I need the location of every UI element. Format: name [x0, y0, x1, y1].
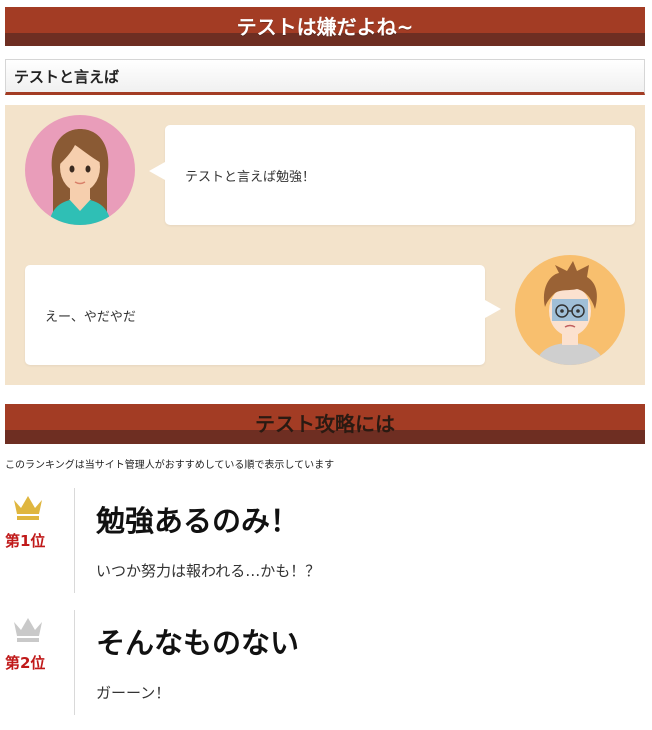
page-header-banner: テストは嫌だよね~	[5, 7, 645, 46]
gold-crown-icon	[14, 496, 42, 520]
rank-divider	[74, 488, 75, 593]
rank-text: ガーーン！	[96, 684, 171, 702]
section-subheading: テストと言えば	[5, 59, 645, 95]
chat-bubble-left: テストと言えば勉強！	[149, 125, 635, 225]
silver-crown-icon	[14, 618, 42, 642]
subheading-text: テストと言えば	[14, 67, 120, 86]
ranking-note: このランキングは当サイト管理人がおすすめしている順で表示しています	[5, 460, 335, 471]
chat-bubble-right: えー、やだやだ	[25, 265, 501, 365]
chat-message-text: テストと言えば勉強！	[185, 169, 316, 185]
rank-text: いつか努力は報われる…かも！？	[96, 562, 321, 580]
section-header-banner: テスト攻略には	[5, 404, 645, 444]
rank-title: そんなものない	[96, 626, 300, 660]
boy-avatar	[515, 255, 625, 365]
rank-divider	[74, 610, 75, 715]
page-title: テストは嫌だよね~	[236, 14, 414, 39]
chat-area: テストと言えば勉強！ えー、やだやだ	[5, 105, 645, 385]
ranking-item: 第2位 そんなものない ガーーン！	[5, 610, 645, 715]
woman-avatar	[25, 115, 135, 225]
rank-title: 勉強あるのみ！	[96, 504, 300, 538]
ranking-item: 第1位 勉強あるのみ！ いつか努力は報われる…かも！？	[5, 488, 645, 593]
chat-message-text: えー、やだやだ	[45, 309, 136, 325]
rank-label: 第1位	[5, 532, 46, 550]
section-title: テスト攻略には	[255, 412, 395, 436]
rank-label: 第2位	[5, 654, 46, 672]
